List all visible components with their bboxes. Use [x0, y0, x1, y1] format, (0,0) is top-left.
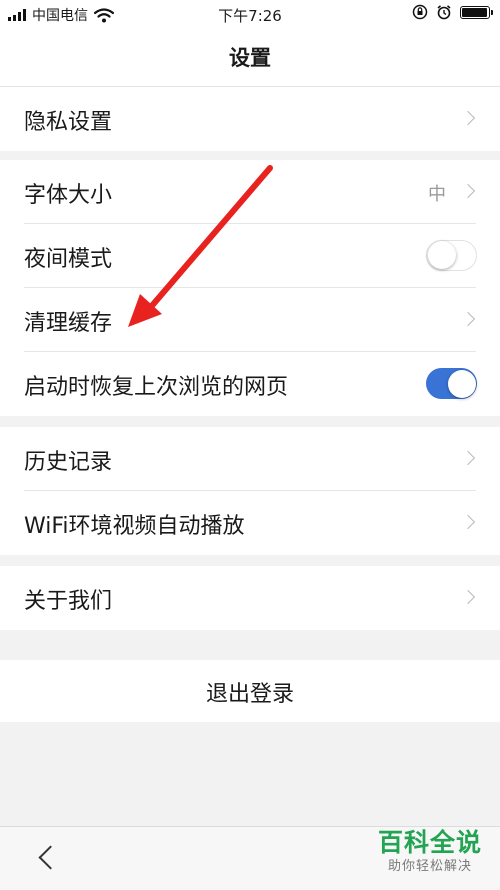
row-font-size[interactable]: 字体大小 中: [0, 160, 500, 224]
settings-group-privacy: 隐私设置: [0, 87, 500, 151]
chevron-right-icon: [460, 589, 476, 605]
row-label: 夜间模式: [24, 247, 113, 272]
row-label: 关于我们: [24, 589, 113, 614]
row-label: WiFi环境视频自动播放: [24, 514, 245, 539]
row-about-us[interactable]: 关于我们: [0, 566, 500, 630]
night-mode-toggle[interactable]: [426, 240, 477, 271]
watermark-slogan: 助你轻松解决: [387, 859, 472, 874]
row-label: 启动时恢复上次浏览的网页: [24, 375, 289, 400]
status-bar: 中国电信 下午7:26: [0, 0, 500, 30]
row-label: 隐私设置: [24, 110, 113, 135]
chevron-right-icon: [460, 450, 476, 466]
row-privacy-settings[interactable]: 隐私设置: [0, 87, 500, 151]
row-night-mode: 夜间模式: [0, 224, 500, 288]
row-wifi-autoplay[interactable]: WiFi环境视频自动播放: [0, 491, 500, 555]
watermark-brand: 百科全说: [377, 828, 482, 857]
chevron-right-icon: [460, 311, 476, 327]
toggle-knob: [428, 241, 456, 269]
watermark-logo: 百科全说 助你轻松解决: [374, 828, 486, 876]
page-title: 设置: [229, 46, 271, 70]
battery-icon: [460, 5, 493, 19]
row-label: 字体大小: [24, 183, 113, 208]
status-right: [412, 4, 493, 20]
chevron-right-icon: [460, 110, 476, 126]
settings-group-about: 关于我们: [0, 566, 500, 630]
chevron-right-icon: [460, 514, 476, 530]
chevron-left-icon[interactable]: [38, 845, 63, 870]
font-size-value: 中: [428, 184, 446, 205]
row-clear-cache[interactable]: 清理缓存: [0, 288, 500, 352]
settings-group-display: 字体大小 中 夜间模式 清理缓存 启动时恢复上次浏览的网页: [0, 160, 500, 416]
row-label: 清理缓存: [24, 311, 113, 336]
toggle-knob: [447, 369, 476, 398]
alarm-icon: [437, 5, 451, 20]
orientation-lock-icon: [412, 4, 428, 20]
restore-pages-toggle[interactable]: [426, 368, 477, 399]
logout-button[interactable]: 退出登录: [0, 660, 500, 722]
row-history[interactable]: 历史记录: [0, 427, 500, 491]
row-restore-last-pages: 启动时恢复上次浏览的网页: [0, 352, 500, 416]
settings-group-history: 历史记录 WiFi环境视频自动播放: [0, 427, 500, 555]
logout-label: 退出登录: [205, 682, 294, 707]
navigation-bar: 设置: [0, 30, 500, 87]
row-label: 历史记录: [24, 450, 113, 475]
chevron-right-icon: [460, 183, 476, 199]
battery-level: [462, 7, 487, 17]
